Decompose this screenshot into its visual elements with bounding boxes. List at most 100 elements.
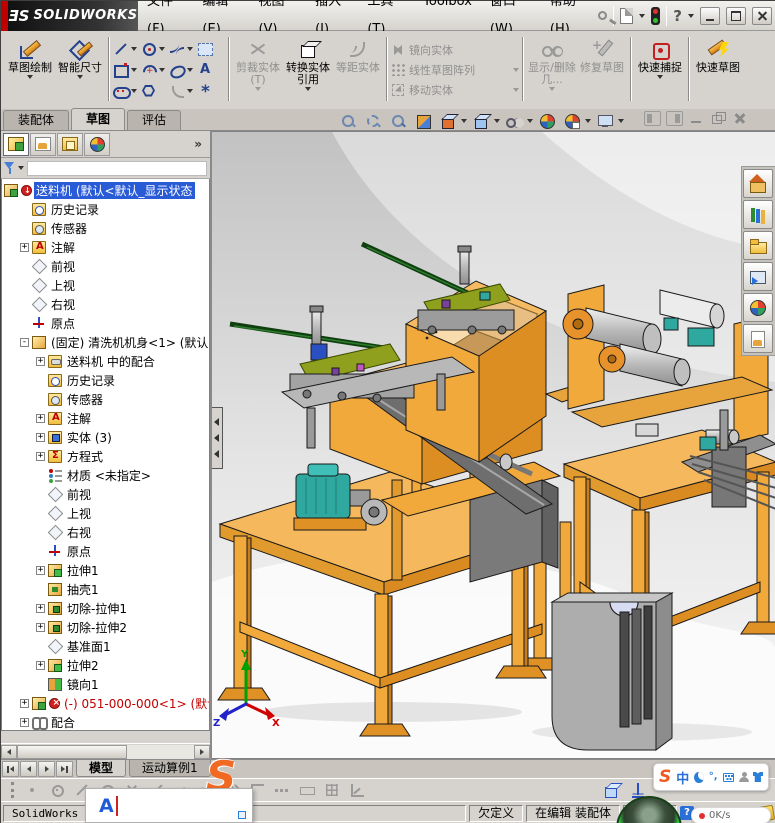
tree-item[interactable]: 传感器 <box>2 219 209 238</box>
hide-show-items-dropdown-icon[interactable] <box>527 118 533 123</box>
tree-item[interactable]: + 配合 <box>2 713 209 730</box>
skin-icon[interactable] <box>752 772 764 782</box>
linear-sketch-pattern-dropdown-icon[interactable] <box>513 67 519 72</box>
hide-show-items-button[interactable] <box>502 111 525 130</box>
pane-right-icon[interactable] <box>666 111 683 126</box>
tab-运动算例1[interactable]: 运动算例1 <box>129 760 211 777</box>
circle-dropdown-icon[interactable] <box>159 46 165 51</box>
trim-entities-button[interactable]: 剪裁实体(T) <box>233 33 283 105</box>
configuration-manager-tab[interactable] <box>57 132 83 156</box>
sketch-fillet-button[interactable] <box>169 83 197 99</box>
convert-entities-dropdown-icon[interactable] <box>305 87 311 91</box>
appearances-tab[interactable] <box>743 293 773 322</box>
filter-funnel-icon[interactable] <box>4 162 15 174</box>
spline-dropdown-icon[interactable] <box>187 46 193 51</box>
view-orientation-dropdown-icon[interactable] <box>461 118 467 123</box>
ellipse-dropdown-icon[interactable] <box>187 67 193 72</box>
apply-scene-button[interactable] <box>560 111 583 130</box>
tree-item[interactable]: 上视 <box>2 276 209 295</box>
expander-icon[interactable]: + <box>20 243 29 252</box>
ime-input-popup[interactable]: A <box>85 788 253 823</box>
tab-评估[interactable]: 评估 <box>127 110 182 130</box>
tree-item[interactable]: + 实体 (3) <box>2 428 209 447</box>
toolbar-grip[interactable] <box>11 782 14 798</box>
ellipse-button[interactable] <box>169 62 197 78</box>
tree-item[interactable]: + 方程式 <box>2 447 209 466</box>
center-snap-icon[interactable] <box>49 782 65 798</box>
keyboard-icon[interactable] <box>722 772 735 782</box>
linear-sketch-pattern-button[interactable]: 线性草图阵列 <box>391 61 519 78</box>
3d-model-canvas[interactable]: Y X Z <box>212 132 775 759</box>
punctuation-icon[interactable]: °, <box>709 772 718 782</box>
circle-button[interactable] <box>141 41 169 57</box>
display-delete-relations-dropdown-icon[interactable] <box>549 87 555 91</box>
corner-rectangle-dropdown-icon[interactable] <box>131 67 137 72</box>
grid-snap-icon[interactable] <box>324 782 340 798</box>
pane-left-icon[interactable] <box>644 111 661 126</box>
scrollbar-track[interactable] <box>17 744 194 759</box>
tree-item[interactable]: 上视 <box>2 504 209 523</box>
tree-item[interactable]: + 注解 <box>2 409 209 428</box>
view-palette-tab[interactable] <box>743 262 773 291</box>
zoom-to-fit-button[interactable] <box>336 111 359 130</box>
section-view-button[interactable] <box>411 111 434 130</box>
expander-icon[interactable]: + <box>36 357 45 366</box>
expander-icon[interactable]: + <box>36 661 45 670</box>
sketch-fillet-dropdown-icon[interactable] <box>187 88 193 93</box>
expander-icon[interactable]: + <box>36 623 45 632</box>
tree-item[interactable]: 前视 <box>2 257 209 276</box>
ruler-snap-icon[interactable] <box>299 782 315 798</box>
expander-icon[interactable]: + <box>36 433 45 442</box>
tree-item[interactable]: + 注解 <box>2 238 209 257</box>
ime-language-toggle[interactable]: 中 <box>676 768 689 787</box>
view-settings-dropdown-icon[interactable] <box>618 118 624 123</box>
convert-entities-button[interactable]: 转换实体引用 <box>283 33 333 105</box>
3d-sketch-icon[interactable] <box>604 782 620 798</box>
point-snap-icon[interactable] <box>24 782 40 798</box>
zoom-to-area-button[interactable] <box>361 111 384 130</box>
tree-item[interactable]: + 拉伸2 <box>2 656 209 675</box>
previous-tab-icon[interactable] <box>20 761 37 777</box>
tree-item[interactable]: 前视 <box>2 485 209 504</box>
tab-草图[interactable]: 草图 <box>71 108 126 130</box>
tree-item[interactable]: 原点 <box>2 314 209 333</box>
rapid-sketch-button[interactable]: 快速草图 <box>693 33 743 105</box>
tree-item[interactable]: + (-) 051-000-000<1> (默认 <box>2 694 209 713</box>
scroll-left-icon[interactable] <box>1 744 17 759</box>
line-dropdown-icon[interactable] <box>131 46 137 51</box>
quick-snaps-button[interactable]: 快速捕捉 <box>635 33 685 105</box>
restore-doc-icon[interactable] <box>710 111 727 126</box>
filter-dropdown-icon[interactable] <box>18 166 24 170</box>
tree-item[interactable]: 历史记录 <box>2 371 209 390</box>
view-orientation-button[interactable] <box>436 111 459 130</box>
tree-horizontal-scrollbar[interactable] <box>1 743 210 759</box>
display-delete-relations-button[interactable]: 显示/删除几... <box>527 33 577 105</box>
design-library-tab[interactable] <box>743 200 773 229</box>
tree-filter-input[interactable] <box>27 160 207 176</box>
box-select-button[interactable] <box>197 41 225 57</box>
apply-scene-dropdown-icon[interactable] <box>585 118 591 123</box>
tree-item[interactable]: 历史记录 <box>2 200 209 219</box>
expander-icon[interactable]: + <box>36 566 45 575</box>
point-button[interactable] <box>197 82 225 102</box>
expander-icon[interactable]: + <box>20 718 29 727</box>
next-tab-icon[interactable] <box>38 761 55 777</box>
close-button[interactable] <box>752 6 772 25</box>
custom-properties-tab[interactable] <box>743 324 773 353</box>
display-manager-tab[interactable] <box>84 132 110 156</box>
tree-item[interactable]: + 送料机 中的配合 <box>2 352 209 371</box>
tree-item[interactable]: 镜向1 <box>2 675 209 694</box>
file-explorer-tab[interactable] <box>743 231 773 260</box>
tree-item[interactable]: + 切除-拉伸2 <box>2 618 209 637</box>
line-button[interactable] <box>113 41 141 57</box>
smart-dimension-dropdown-icon[interactable] <box>77 75 83 79</box>
polygon-button[interactable] <box>141 83 169 99</box>
move-entities-button[interactable]: 移动实体 <box>391 81 519 98</box>
display-style-dropdown-icon[interactable] <box>494 118 500 123</box>
tree-item[interactable]: - (固定) 清洗机机身<1> (默认 <box>2 333 209 352</box>
close-doc-icon[interactable] <box>732 111 749 126</box>
options-traffic-light-icon[interactable] <box>651 6 661 25</box>
centerpoint-arc-dropdown-icon[interactable] <box>159 67 165 72</box>
tree-item[interactable]: 原点 <box>2 542 209 561</box>
tree-item[interactable]: 传感器 <box>2 390 209 409</box>
